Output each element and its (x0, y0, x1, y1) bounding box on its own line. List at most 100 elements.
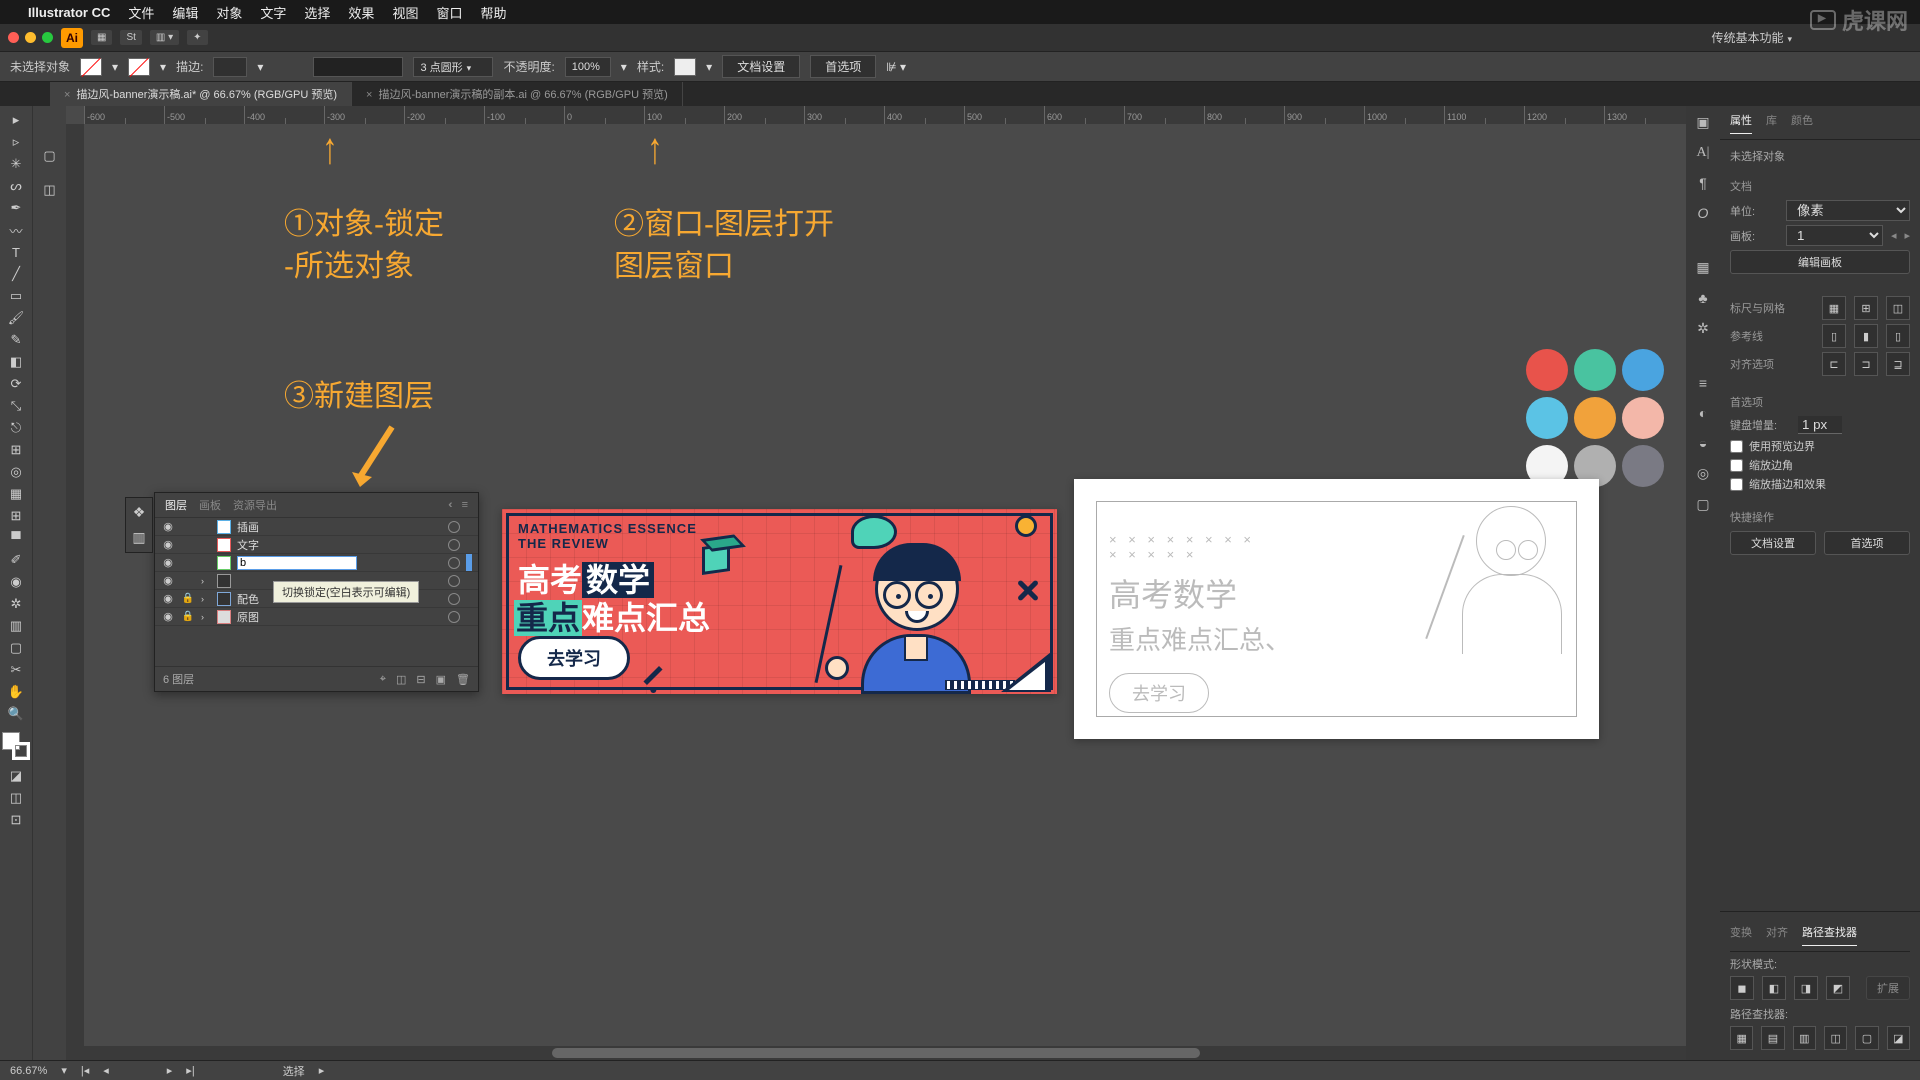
preferences-button[interactable]: 首选项 (810, 55, 876, 78)
divide-icon[interactable]: ▦ (1730, 1026, 1753, 1050)
tab-artboards[interactable]: 画板 (199, 497, 221, 513)
menu-object[interactable]: 对象 (216, 3, 242, 22)
layer-rename-input[interactable] (237, 556, 357, 570)
scale-strokes-checkbox[interactable] (1730, 478, 1743, 491)
artboard-nav-prev-icon[interactable]: ◂ (103, 1064, 109, 1077)
clipping-mask-icon[interactable]: ◫ (396, 673, 406, 686)
tab-pathfinder[interactable]: 路径查找器 (1802, 924, 1857, 946)
fill-swatch[interactable] (80, 58, 102, 76)
target-icon[interactable] (448, 611, 460, 623)
unite-icon[interactable]: ◼ (1730, 976, 1754, 1000)
symbols-icon[interactable]: ✲ (1697, 320, 1709, 337)
outline-icon[interactable]: ▢ (1855, 1026, 1878, 1050)
transparency-grid-icon[interactable]: ◫ (1886, 296, 1910, 320)
transparency-panel-icon[interactable]: ◒ (1699, 435, 1707, 451)
artboards-icon[interactable]: ▥ (132, 529, 145, 546)
arrange-docs-icon[interactable]: ▥ ▾ (150, 30, 179, 45)
free-transform-tool-icon[interactable]: ⊞ (4, 440, 28, 460)
eraser-tool-icon[interactable]: ◧ (4, 352, 28, 372)
tab-asset-export[interactable]: 资源导出 (233, 497, 277, 513)
menu-select[interactable]: 选择 (304, 3, 330, 22)
graph-tool-icon[interactable]: ▥ (4, 616, 28, 636)
status-dropdown-icon[interactable]: ▸ (319, 1064, 325, 1077)
width-tool-icon[interactable]: ⎋ (4, 418, 28, 438)
layer-name[interactable]: 文字 (237, 537, 442, 553)
visibility-toggle-icon[interactable]: ◉ (161, 520, 175, 533)
menu-help[interactable]: 帮助 (480, 3, 506, 22)
rectangle-tool-icon[interactable]: ▭ (4, 286, 28, 306)
zoom-tool-icon[interactable]: 🔍 (4, 704, 28, 724)
stroke-profile[interactable]: 3 点圆形 (413, 57, 493, 77)
blend-tool-icon[interactable]: ◉ (4, 572, 28, 592)
close-tab-icon[interactable]: × (366, 89, 372, 101)
document-tab[interactable]: ×描边风-banner演示稿的副本.ai @ 66.67% (RGB/GPU 预… (352, 82, 683, 106)
brushes-icon[interactable]: ♣ (1698, 290, 1707, 306)
selection-tool-icon[interactable]: ▸ (4, 110, 28, 130)
target-icon[interactable] (448, 521, 460, 533)
tab-color[interactable]: 颜色 (1791, 112, 1813, 133)
menu-file[interactable]: 文件 (128, 3, 154, 22)
layers-panel[interactable]: ❖ ▥ 图层 画板 资源导出 ‹‹ ≡ ◉ 插画 (154, 492, 479, 692)
stroke-panel-icon[interactable]: ≡ (1699, 375, 1707, 391)
snap-pixel-icon[interactable]: ⊏ (1822, 352, 1846, 376)
expand-icon[interactable]: › (201, 576, 211, 586)
artboard-nav-next-icon[interactable]: ▸ (167, 1064, 173, 1077)
artboard-tool-icon[interactable]: ▢ (4, 638, 28, 658)
menu-effect[interactable]: 效果 (348, 3, 374, 22)
stroke-swatch[interactable] (128, 58, 150, 76)
tab-align[interactable]: 对齐 (1766, 924, 1788, 945)
mesh-tool-icon[interactable]: ⊞ (4, 506, 28, 526)
layer-row[interactable]: ◉ 🔒 › 原图 (155, 608, 478, 626)
menu-type[interactable]: 文字 (260, 3, 286, 22)
artboard-nav-last-icon[interactable]: ▸| (186, 1064, 194, 1077)
pen-tool-icon[interactable]: ✒ (4, 198, 28, 218)
delete-layer-icon[interactable]: 🗑 (456, 673, 470, 686)
color-mode-icon[interactable]: ◪ (4, 766, 28, 786)
shape-overlap-icon[interactable]: ◫ (38, 180, 62, 200)
tab-layers[interactable]: 图层 (165, 497, 187, 513)
close-tab-icon[interactable]: × (64, 89, 70, 101)
expand-icon[interactable]: › (201, 612, 211, 622)
target-icon[interactable] (448, 593, 460, 605)
bridge-icon[interactable]: ▦ (91, 30, 112, 45)
expand-icon[interactable]: › (201, 594, 211, 604)
paragraph-icon[interactable]: ¶ (1699, 175, 1707, 191)
shaper-tool-icon[interactable]: ✎ (4, 330, 28, 350)
draw-mode-icon[interactable]: ◫ (4, 788, 28, 808)
style-dropdown-icon[interactable]: ▾ (706, 60, 712, 74)
prefs-button[interactable]: 首选项 (1824, 531, 1910, 555)
tab-libraries[interactable]: 库 (1766, 112, 1777, 133)
shape-square-icon[interactable]: ▢ (38, 146, 62, 166)
tab-transform[interactable]: 变换 (1730, 924, 1752, 945)
snap-point-icon[interactable]: ⊐ (1854, 352, 1878, 376)
visibility-toggle-icon[interactable]: ◉ (161, 556, 175, 569)
smart-guides-icon[interactable]: ▯ (1886, 324, 1910, 348)
rotate-tool-icon[interactable]: ⟳ (4, 374, 28, 394)
brush-definition[interactable] (313, 57, 403, 77)
snap-grid-icon[interactable]: ⊒ (1886, 352, 1910, 376)
minus-front-icon[interactable]: ◧ (1762, 976, 1786, 1000)
grid-toggle-icon[interactable]: ⊞ (1854, 296, 1878, 320)
gpu-icon[interactable]: ✦ (187, 30, 207, 45)
doc-setup-button[interactable]: 文档设置 (1730, 531, 1816, 555)
guides-lock-icon[interactable]: ▮ (1854, 324, 1878, 348)
slice-tool-icon[interactable]: ✂ (4, 660, 28, 680)
minimize-window-icon[interactable] (25, 32, 36, 43)
opacity-input[interactable] (565, 57, 611, 77)
merge-icon[interactable]: ▥ (1793, 1026, 1816, 1050)
lock-toggle-icon[interactable]: 🔒 (181, 593, 195, 604)
collapse-icon[interactable]: ‹‹ (448, 499, 449, 511)
fill-stroke-control[interactable] (2, 732, 30, 760)
paintbrush-tool-icon[interactable]: 🖌 (4, 308, 28, 328)
scrollbar-thumb[interactable] (552, 1048, 1200, 1058)
target-icon[interactable] (448, 539, 460, 551)
gradient-panel-icon[interactable]: ◐ (1699, 405, 1707, 421)
guides-show-icon[interactable]: ▯ (1822, 324, 1846, 348)
workspace-switcher[interactable]: 传统基本功能 (1699, 27, 1804, 48)
properties-icon[interactable]: ▣ (1696, 114, 1709, 131)
shape-builder-tool-icon[interactable]: ◎ (4, 462, 28, 482)
prev-artboard-icon[interactable]: ◂ (1891, 229, 1897, 242)
menu-window[interactable]: 窗口 (436, 3, 462, 22)
scale-corners-checkbox[interactable] (1730, 459, 1743, 472)
tab-properties[interactable]: 属性 (1730, 112, 1752, 134)
